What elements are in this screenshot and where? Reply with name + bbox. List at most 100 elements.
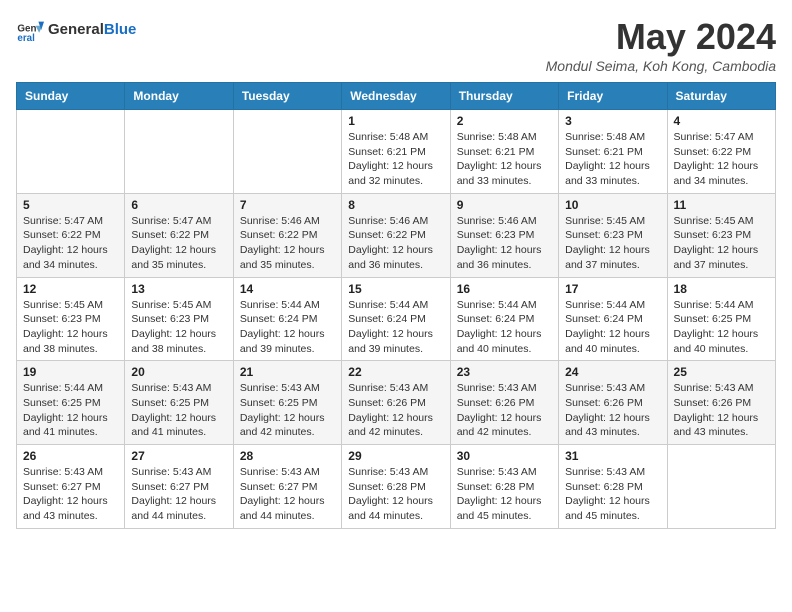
calendar-cell: 9 Sunrise: 5:46 AM Sunset: 6:23 PM Daylig… bbox=[450, 193, 558, 277]
day-of-week-header: Thursday bbox=[450, 83, 558, 110]
day-number: 10 bbox=[565, 198, 660, 212]
calendar-cell: 12Sunrise: 5:45 AM Sunset: 6:23 PM Dayli… bbox=[17, 277, 125, 361]
calendar-cell bbox=[17, 110, 125, 194]
day-number: 16 bbox=[457, 282, 552, 296]
calendar-cell: 30Sunrise: 5:43 AM Sunset: 6:28 PM Dayli… bbox=[450, 445, 558, 529]
day-detail: Sunrise: 5:46 AM Sunset: 6:22 PM Dayligh… bbox=[348, 214, 443, 273]
page-title: May 2024 bbox=[546, 16, 776, 58]
day-detail: Sunrise: 5:46 AM Sunset: 6:22 PM Dayligh… bbox=[240, 214, 335, 273]
calendar-cell: 31 Sunrise: 5:43 AM Sunset: 6:28 PM Dayli… bbox=[559, 445, 667, 529]
day-detail: Sunrise: 5:47 AM Sunset: 6:22 PM Dayligh… bbox=[23, 214, 118, 273]
logo-text: GeneralBlue bbox=[48, 21, 136, 39]
calendar-cell: 27 Sunrise: 5:43 AM Sunset: 6:27 PM Dayli… bbox=[125, 445, 233, 529]
day-number: 28 bbox=[240, 449, 335, 463]
day-detail: Sunrise: 5:44 AM Sunset: 6:25 PM Dayligh… bbox=[23, 381, 118, 440]
calendar-cell: 10 Sunrise: 5:45 AM Sunset: 6:23 PM Dayli… bbox=[559, 193, 667, 277]
day-detail: Sunrise: 5:43 AM Sunset: 6:27 PM Dayligh… bbox=[23, 465, 118, 524]
day-detail: Sunrise: 5:45 AM Sunset: 6:23 PM Dayligh… bbox=[565, 214, 660, 273]
day-of-week-header: Monday bbox=[125, 83, 233, 110]
calendar-cell: 19 Sunrise: 5:44 AM Sunset: 6:25 PM Dayli… bbox=[17, 361, 125, 445]
svg-text:eral: eral bbox=[17, 33, 35, 44]
calendar-cell: 25Sunrise: 5:43 AM Sunset: 6:26 PM Dayli… bbox=[667, 361, 775, 445]
calendar-cell bbox=[125, 110, 233, 194]
calendar-cell: 20 Sunrise: 5:43 AM Sunset: 6:25 PM Dayli… bbox=[125, 361, 233, 445]
calendar-cell: 13 Sunrise: 5:45 AM Sunset: 6:23 PM Dayli… bbox=[125, 277, 233, 361]
page-header: Gen eral GeneralBlue May 2024 Mondul Sei… bbox=[16, 16, 776, 74]
day-number: 15 bbox=[348, 282, 443, 296]
calendar-cell: 5 Sunrise: 5:47 AM Sunset: 6:22 PM Daylig… bbox=[17, 193, 125, 277]
day-detail: Sunrise: 5:43 AM Sunset: 6:25 PM Dayligh… bbox=[240, 381, 335, 440]
calendar-cell: 11 Sunrise: 5:45 AM Sunset: 6:23 PM Dayli… bbox=[667, 193, 775, 277]
calendar-cell: 24Sunrise: 5:43 AM Sunset: 6:26 PM Dayli… bbox=[559, 361, 667, 445]
calendar-cell: 23 Sunrise: 5:43 AM Sunset: 6:26 PM Dayli… bbox=[450, 361, 558, 445]
day-number: 7 bbox=[240, 198, 335, 212]
day-number: 27 bbox=[131, 449, 226, 463]
day-detail: Sunrise: 5:48 AM Sunset: 6:21 PM Dayligh… bbox=[457, 130, 552, 189]
logo: Gen eral GeneralBlue bbox=[16, 16, 136, 44]
day-detail: Sunrise: 5:47 AM Sunset: 6:22 PM Dayligh… bbox=[674, 130, 769, 189]
day-detail: Sunrise: 5:44 AM Sunset: 6:24 PM Dayligh… bbox=[565, 298, 660, 357]
day-detail: Sunrise: 5:44 AM Sunset: 6:24 PM Dayligh… bbox=[348, 298, 443, 357]
day-number: 24 bbox=[565, 365, 660, 379]
day-number: 29 bbox=[348, 449, 443, 463]
day-detail: Sunrise: 5:45 AM Sunset: 6:23 PM Dayligh… bbox=[674, 214, 769, 273]
day-number: 25 bbox=[674, 365, 769, 379]
day-detail: Sunrise: 5:43 AM Sunset: 6:28 PM Dayligh… bbox=[565, 465, 660, 524]
day-number: 9 bbox=[457, 198, 552, 212]
day-detail: Sunrise: 5:43 AM Sunset: 6:28 PM Dayligh… bbox=[457, 465, 552, 524]
page-subtitle: Mondul Seima, Koh Kong, Cambodia bbox=[546, 58, 776, 74]
day-detail: Sunrise: 5:43 AM Sunset: 6:26 PM Dayligh… bbox=[348, 381, 443, 440]
calendar-cell: 29 Sunrise: 5:43 AM Sunset: 6:28 PM Dayli… bbox=[342, 445, 450, 529]
day-number: 21 bbox=[240, 365, 335, 379]
day-number: 11 bbox=[674, 198, 769, 212]
calendar-header: SundayMondayTuesdayWednesdayThursdayFrid… bbox=[17, 83, 776, 110]
day-detail: Sunrise: 5:44 AM Sunset: 6:24 PM Dayligh… bbox=[457, 298, 552, 357]
day-number: 17 bbox=[565, 282, 660, 296]
day-number: 19 bbox=[23, 365, 118, 379]
calendar-body: 1 Sunrise: 5:48 AM Sunset: 6:21 PM Daylig… bbox=[17, 110, 776, 529]
day-number: 4 bbox=[674, 114, 769, 128]
calendar-cell: 21 Sunrise: 5:43 AM Sunset: 6:25 PM Dayli… bbox=[233, 361, 341, 445]
day-detail: Sunrise: 5:48 AM Sunset: 6:21 PM Dayligh… bbox=[348, 130, 443, 189]
days-of-week-row: SundayMondayTuesdayWednesdayThursdayFrid… bbox=[17, 83, 776, 110]
day-number: 3 bbox=[565, 114, 660, 128]
day-number: 2 bbox=[457, 114, 552, 128]
day-detail: Sunrise: 5:43 AM Sunset: 6:25 PM Dayligh… bbox=[131, 381, 226, 440]
calendar-cell: 14 Sunrise: 5:44 AM Sunset: 6:24 PM Dayli… bbox=[233, 277, 341, 361]
day-detail: Sunrise: 5:44 AM Sunset: 6:24 PM Dayligh… bbox=[240, 298, 335, 357]
day-number: 13 bbox=[131, 282, 226, 296]
day-number: 6 bbox=[131, 198, 226, 212]
day-detail: Sunrise: 5:48 AM Sunset: 6:21 PM Dayligh… bbox=[565, 130, 660, 189]
calendar-cell: 18 Sunrise: 5:44 AM Sunset: 6:25 PM Dayli… bbox=[667, 277, 775, 361]
day-detail: Sunrise: 5:45 AM Sunset: 6:23 PM Dayligh… bbox=[131, 298, 226, 357]
day-number: 1 bbox=[348, 114, 443, 128]
calendar-cell: 3 Sunrise: 5:48 AM Sunset: 6:21 PM Daylig… bbox=[559, 110, 667, 194]
calendar-cell: 15 Sunrise: 5:44 AM Sunset: 6:24 PM Dayli… bbox=[342, 277, 450, 361]
day-number: 14 bbox=[240, 282, 335, 296]
day-number: 18 bbox=[674, 282, 769, 296]
calendar-cell: 8Sunrise: 5:46 AM Sunset: 6:22 PM Daylig… bbox=[342, 193, 450, 277]
calendar-week-row: 26 Sunrise: 5:43 AM Sunset: 6:27 PM Dayli… bbox=[17, 445, 776, 529]
logo-icon: Gen eral bbox=[16, 16, 44, 44]
day-detail: Sunrise: 5:43 AM Sunset: 6:27 PM Dayligh… bbox=[131, 465, 226, 524]
day-number: 20 bbox=[131, 365, 226, 379]
day-detail: Sunrise: 5:43 AM Sunset: 6:27 PM Dayligh… bbox=[240, 465, 335, 524]
calendar-cell: 28 Sunrise: 5:43 AM Sunset: 6:27 PM Dayli… bbox=[233, 445, 341, 529]
day-number: 22 bbox=[348, 365, 443, 379]
day-detail: Sunrise: 5:46 AM Sunset: 6:23 PM Dayligh… bbox=[457, 214, 552, 273]
day-detail: Sunrise: 5:43 AM Sunset: 6:28 PM Dayligh… bbox=[348, 465, 443, 524]
day-number: 23 bbox=[457, 365, 552, 379]
calendar-cell: 26 Sunrise: 5:43 AM Sunset: 6:27 PM Dayli… bbox=[17, 445, 125, 529]
day-of-week-header: Tuesday bbox=[233, 83, 341, 110]
day-number: 5 bbox=[23, 198, 118, 212]
calendar-cell bbox=[233, 110, 341, 194]
day-number: 31 bbox=[565, 449, 660, 463]
calendar-cell: 7 Sunrise: 5:46 AM Sunset: 6:22 PM Daylig… bbox=[233, 193, 341, 277]
day-detail: Sunrise: 5:43 AM Sunset: 6:26 PM Dayligh… bbox=[457, 381, 552, 440]
day-number: 26 bbox=[23, 449, 118, 463]
day-detail: Sunrise: 5:47 AM Sunset: 6:22 PM Dayligh… bbox=[131, 214, 226, 273]
day-detail: Sunrise: 5:44 AM Sunset: 6:25 PM Dayligh… bbox=[674, 298, 769, 357]
calendar-week-row: 19 Sunrise: 5:44 AM Sunset: 6:25 PM Dayli… bbox=[17, 361, 776, 445]
calendar-week-row: 1 Sunrise: 5:48 AM Sunset: 6:21 PM Daylig… bbox=[17, 110, 776, 194]
calendar-cell: 22 Sunrise: 5:43 AM Sunset: 6:26 PM Dayli… bbox=[342, 361, 450, 445]
